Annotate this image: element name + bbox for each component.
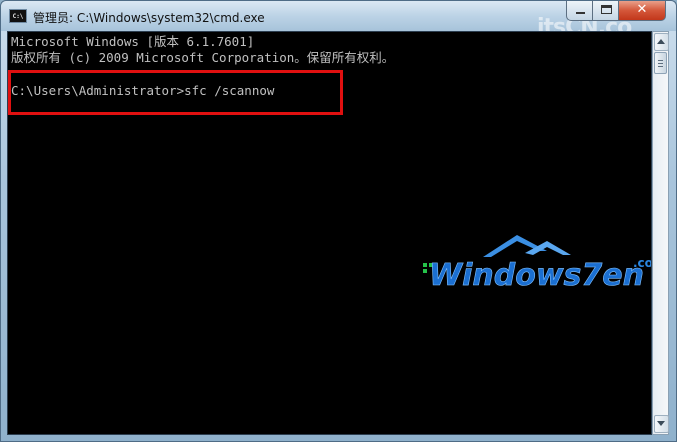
vertical-scrollbar[interactable] — [652, 31, 669, 435]
console-line-copyright: 版权所有 (c) 2009 Microsoft Corporation。保留所有… — [11, 50, 395, 65]
logo-text: Windows7en — [429, 258, 644, 289]
logo-dot-1 — [423, 263, 427, 267]
scroll-up-button[interactable] — [654, 33, 669, 51]
maximize-button[interactable] — [592, 1, 619, 21]
console-output[interactable]: Microsoft Windows [版本 6.1.7601] 版权所有 (c)… — [7, 31, 652, 435]
close-icon: ✕ — [636, 2, 648, 17]
close-button[interactable]: ✕ — [618, 1, 666, 21]
scroll-down-button[interactable] — [654, 415, 669, 433]
window-title: 管理员: C:\Windows\system32\cmd.exe — [33, 11, 265, 25]
console-line-version: Microsoft Windows [版本 6.1.7601] — [11, 34, 255, 49]
thumb-grip-line — [658, 63, 663, 64]
arrow-up-icon — [657, 39, 665, 44]
cmd-window: C:\ 管理员: C:\Windows\system32\cmd.exe its… — [0, 0, 677, 442]
thumb-grip-line — [658, 66, 663, 67]
maximize-icon — [601, 5, 612, 14]
scroll-thumb[interactable] — [654, 52, 667, 74]
arrow-down-icon — [657, 421, 665, 426]
cmd-app-icon[interactable]: C:\ — [9, 9, 27, 23]
thumb-grip-line — [658, 60, 663, 61]
command-highlight-box — [8, 70, 343, 115]
minimize-icon — [576, 12, 585, 14]
minimize-button[interactable] — [566, 1, 593, 21]
logo-dot-3 — [423, 269, 427, 273]
title-bar[interactable]: C:\ 管理员: C:\Windows\system32\cmd.exe its… — [1, 1, 676, 40]
logo-roof-left — [483, 235, 547, 257]
windows7en-logo: Windows7en .com — [423, 235, 652, 289]
logo-suffix: .com — [633, 256, 652, 270]
